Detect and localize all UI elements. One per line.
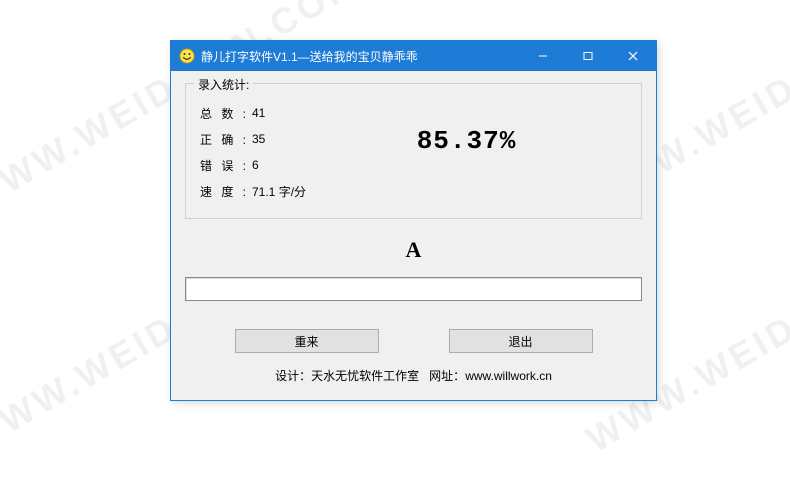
error-label: 错误:: [200, 157, 246, 174]
titlebar[interactable]: 静儿打字软件V1.1—送给我的宝贝静乖乖: [171, 41, 656, 71]
minimize-button[interactable]: [520, 41, 565, 71]
speed-value: 71.1 字/分: [246, 183, 306, 200]
prompt-character: A: [185, 237, 642, 263]
maximize-button[interactable]: [565, 41, 610, 71]
app-icon: [179, 48, 195, 64]
design-label: 设计：: [275, 369, 311, 383]
error-value: 6: [246, 158, 259, 172]
stats-legend: 录入统计:: [194, 76, 253, 93]
window-title: 静儿打字软件V1.1—送给我的宝贝静乖乖: [201, 48, 520, 65]
total-value: 41: [246, 106, 265, 120]
footer: 设计：天水无忧软件工作室 网址：www.willwork.cn: [185, 367, 642, 390]
stats-groupbox: 录入统计: 总数: 41 正确: 35 错误: 6: [185, 83, 642, 219]
close-button[interactable]: [610, 41, 656, 71]
app-window: 静儿打字软件V1.1—送给我的宝贝静乖乖 录入统计: 总数: 41 正确:: [170, 40, 657, 401]
stats-table: 总数: 41 正确: 35 错误: 6 速度: 71.1 字/分: [200, 100, 306, 204]
accuracy-percent: 85.37%: [306, 100, 627, 156]
correct-value: 35: [246, 132, 265, 146]
retry-button[interactable]: 重来: [235, 329, 379, 353]
client-area: 录入统计: 总数: 41 正确: 35 错误: 6: [171, 71, 656, 400]
total-label: 总数:: [200, 105, 246, 122]
url-value: www.willwork.cn: [465, 369, 552, 383]
exit-button[interactable]: 退出: [449, 329, 593, 353]
design-value: 天水无忧软件工作室: [311, 369, 419, 383]
correct-label: 正确:: [200, 131, 246, 148]
speed-label: 速度:: [200, 183, 246, 200]
url-label: 网址：: [429, 369, 465, 383]
typing-input[interactable]: [185, 277, 642, 301]
